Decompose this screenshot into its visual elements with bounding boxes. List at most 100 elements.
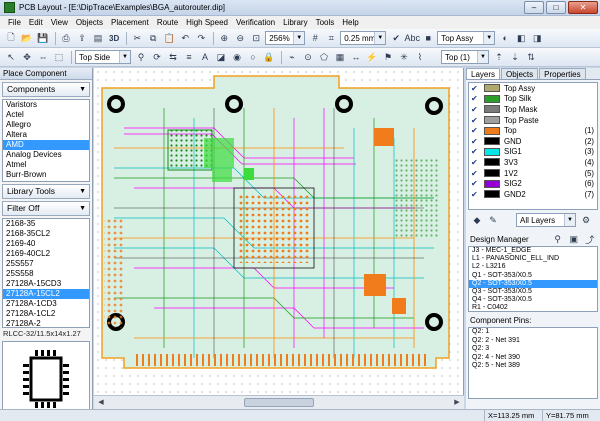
menu-verification[interactable]: Verification bbox=[232, 18, 279, 27]
undo-icon[interactable]: ↶ bbox=[178, 31, 192, 45]
pcb-canvas[interactable] bbox=[94, 68, 464, 395]
dm-route-icon[interactable]: ⤴ bbox=[583, 232, 597, 246]
move-icon[interactable]: ✥ bbox=[20, 50, 34, 64]
component-item[interactable]: 27128A-1CD3 bbox=[3, 299, 89, 309]
autoroute-icon[interactable]: ⚡ bbox=[365, 50, 379, 64]
bom-icon[interactable]: ▤ bbox=[91, 31, 105, 45]
library-item[interactable]: Actel bbox=[3, 110, 89, 120]
dm-highlight-icon[interactable]: ▣ bbox=[567, 232, 581, 246]
paste-icon[interactable]: 📋 bbox=[162, 31, 176, 45]
hole-icon[interactable]: ○ bbox=[246, 50, 260, 64]
component-pins-list[interactable]: Q2: 1 Q2: 2 - Net 391 Q2: 3 Q2: 4 - Net 390… bbox=[468, 327, 598, 399]
layer-row[interactable]: ✔ Top Mask bbox=[469, 104, 597, 115]
design-manager-item[interactable]: J3 - MEC-1_EDGE bbox=[469, 247, 597, 255]
copper-pour-icon[interactable]: ▦ bbox=[333, 50, 347, 64]
text-icon[interactable]: Abc bbox=[404, 31, 420, 45]
design-manager-item[interactable]: L2 - L3216 bbox=[469, 263, 597, 271]
menu-help[interactable]: Help bbox=[338, 18, 362, 27]
layer-down-icon[interactable]: ⇣ bbox=[508, 50, 522, 64]
arrange-icon[interactable]: ◪ bbox=[214, 50, 228, 64]
pin-item[interactable]: Q2: 3 bbox=[469, 345, 597, 354]
text-a-icon[interactable]: A bbox=[198, 50, 212, 64]
layer-color-swatch[interactable] bbox=[484, 169, 500, 178]
layer-color-swatch[interactable] bbox=[484, 179, 500, 188]
align-icon[interactable]: ≡ bbox=[182, 50, 196, 64]
ratsnest-icon[interactable]: ✳ bbox=[397, 50, 411, 64]
checkmark-icon[interactable]: ✔ bbox=[471, 137, 480, 146]
net-icon[interactable]: ⌇ bbox=[413, 50, 427, 64]
measure-icon[interactable]: ⇔ bbox=[36, 50, 50, 64]
layer-color-swatch[interactable] bbox=[484, 190, 500, 199]
library-item[interactable]: Atmel bbox=[3, 160, 89, 170]
all-layers-combo[interactable]: All Layers ▼ bbox=[516, 213, 576, 227]
layer-color-swatch[interactable] bbox=[484, 94, 500, 103]
layer-color-swatch[interactable] bbox=[484, 126, 500, 135]
checkmark-icon[interactable]: ✔ bbox=[471, 105, 480, 114]
dm-filter-icon[interactable]: ⚲ bbox=[551, 232, 565, 246]
lock-icon[interactable]: 🔒 bbox=[262, 50, 276, 64]
menu-high-speed[interactable]: High Speed bbox=[182, 18, 232, 27]
menu-route[interactable]: Route bbox=[153, 18, 182, 27]
layer-row[interactable]: ✔ Top Paste bbox=[469, 115, 597, 126]
zoom-out-icon[interactable]: ⊖ bbox=[233, 31, 247, 45]
checkmark-icon[interactable]: ✔ bbox=[471, 179, 480, 188]
checkmark-icon[interactable]: ✔ bbox=[471, 147, 480, 156]
polygon-icon[interactable]: ⬠ bbox=[317, 50, 331, 64]
save-icon[interactable]: 💾 bbox=[36, 31, 50, 45]
design-manager-item[interactable]: Q2 - SOT-353/X0.5 bbox=[469, 279, 597, 288]
layer-row[interactable]: ✔ Top Assy bbox=[469, 83, 597, 94]
layer-add-icon[interactable]: ◆ bbox=[470, 213, 484, 227]
tab-objects[interactable]: Objects bbox=[501, 68, 539, 79]
layer-row[interactable]: ✔ SIG2 (6) bbox=[469, 178, 597, 189]
scroll-left-icon[interactable]: ◀ bbox=[95, 397, 107, 408]
menu-placement[interactable]: Placement bbox=[107, 18, 153, 27]
component-item[interactable]: 27128A-2 bbox=[3, 319, 89, 327]
3d-view-button[interactable]: 3D bbox=[107, 31, 121, 45]
print-icon[interactable]: ⎙ bbox=[59, 31, 73, 45]
tab-layers[interactable]: Layers bbox=[466, 68, 501, 79]
layer-options-icon[interactable]: ⚙ bbox=[579, 213, 593, 227]
checkmark-icon[interactable]: ✔ bbox=[471, 116, 480, 125]
library-tools-dropdown[interactable]: Library Tools ▼ bbox=[2, 184, 90, 199]
design-manager-item[interactable]: Q1 - SOT-353/X0.5 bbox=[469, 272, 597, 280]
menu-library[interactable]: Library bbox=[279, 18, 311, 27]
side-combo[interactable]: Top Side ▼ bbox=[75, 50, 131, 64]
layer-row[interactable]: ✔ 3V3 (4) bbox=[469, 157, 597, 168]
design-manager-list[interactable]: J3 - MEC-1_EDGE L1 - PANASONIC_ELL_IND L2 … bbox=[468, 246, 598, 312]
component-item[interactable]: 25S557 bbox=[3, 259, 89, 269]
current-layer-combo[interactable]: Top (1) ▼ bbox=[441, 50, 489, 64]
component-list[interactable]: 2168-35 2168-35CL2 2169-40 2169-40CL2 25S557… bbox=[2, 218, 90, 328]
pin-item[interactable]: Q2: 5 - Net 389 bbox=[469, 362, 597, 371]
component-item[interactable]: 2169-40 bbox=[3, 239, 89, 249]
library-item[interactable]: Analog Devices bbox=[3, 150, 89, 160]
library-item[interactable]: AMD bbox=[3, 140, 89, 150]
components-dropdown[interactable]: Components ▼ bbox=[2, 82, 90, 97]
layer-row[interactable]: ✔ GND (2) bbox=[469, 136, 597, 147]
zoom-combo[interactable]: 256% ▼ bbox=[265, 31, 306, 45]
design-manager-item[interactable]: Q3 - SOT-353/X0.5 bbox=[469, 288, 597, 296]
pad-icon[interactable]: ◉ bbox=[230, 50, 244, 64]
via-icon[interactable]: ⊙ bbox=[301, 50, 315, 64]
component-item[interactable]: 27128A-15CD3 bbox=[3, 279, 89, 289]
layer-row[interactable]: ✔ GND2 (7) bbox=[469, 189, 597, 200]
layer-select-combo[interactable]: Top Assy ▼ bbox=[437, 31, 496, 45]
flip-icon[interactable]: ⇆ bbox=[166, 50, 180, 64]
scroll-right-icon[interactable]: ▶ bbox=[451, 397, 463, 408]
component-item[interactable]: 27128A-15CL2 bbox=[3, 289, 89, 299]
checkmark-icon[interactable]: ✔ bbox=[471, 94, 480, 103]
new-file-icon[interactable]: 🗋 bbox=[4, 31, 18, 45]
design-manager-item[interactable]: L1 - PANASONIC_ELL_IND bbox=[469, 255, 597, 263]
layer-color-swatch[interactable] bbox=[484, 147, 500, 156]
pin-item[interactable]: Q2: 1 bbox=[469, 328, 597, 337]
checkmark-icon[interactable]: ✔ bbox=[471, 158, 480, 167]
menu-file[interactable]: File bbox=[4, 18, 25, 27]
layer-visible-icon[interactable]: ◐ bbox=[498, 31, 512, 45]
cut-icon[interactable]: ✂ bbox=[130, 31, 144, 45]
layer-up-icon[interactable]: ⇡ bbox=[492, 50, 506, 64]
layer-lock-icon[interactable]: ◨ bbox=[530, 31, 544, 45]
layer-color-swatch[interactable] bbox=[484, 116, 500, 125]
tab-properties[interactable]: Properties bbox=[539, 68, 586, 79]
library-item[interactable]: Varistors bbox=[3, 100, 89, 110]
menu-objects[interactable]: Objects bbox=[72, 18, 107, 27]
layer-list[interactable]: ✔ Top Assy ✔ Top Silk ✔ Top Mask ✔ Top Paste ✔ To… bbox=[468, 82, 598, 210]
